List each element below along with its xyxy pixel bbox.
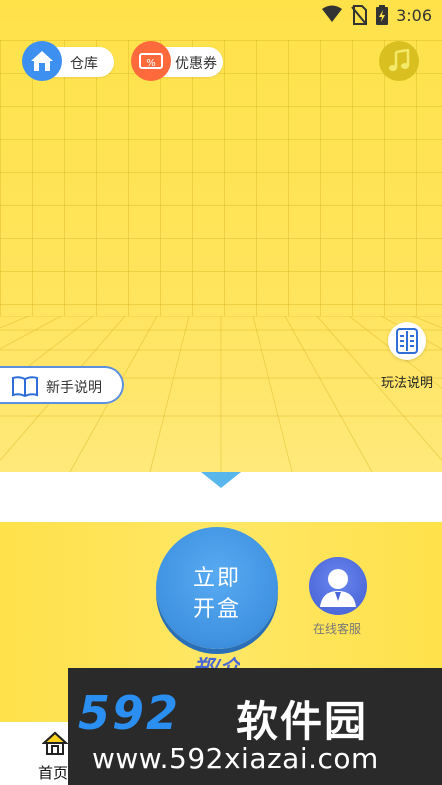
warehouse-label: 仓库 xyxy=(70,56,98,72)
coupon-button[interactable]: % 优惠券 xyxy=(131,41,223,81)
open-box-button[interactable]: 立即 开盒 xyxy=(156,527,278,649)
rules-label: 玩法说明 xyxy=(381,376,434,391)
open-book-icon xyxy=(12,376,38,397)
battery-charging-icon xyxy=(376,5,388,25)
watermark-url: www.592xiazai.com xyxy=(92,742,379,775)
music-note-icon xyxy=(389,49,410,71)
status-time: 3:06 xyxy=(396,6,432,25)
music-toggle-button[interactable] xyxy=(379,41,419,81)
grid-back-wall xyxy=(0,40,442,316)
agent-avatar-icon xyxy=(320,569,356,607)
coupon-label: 优惠券 xyxy=(175,56,217,72)
partial-caption: 郑/介 xyxy=(193,655,241,669)
watermark-logo-text: 软件园 xyxy=(236,697,369,746)
coupon-icon: % xyxy=(131,41,171,81)
wifi-icon xyxy=(322,5,342,22)
open-box-label-line1: 立即 xyxy=(192,566,241,591)
status-bar: 3:06 xyxy=(0,0,442,32)
guide-label: 新手说明 xyxy=(46,380,102,396)
down-arrow-indicator xyxy=(201,472,241,488)
open-box-label-line2: 开盒 xyxy=(192,597,241,622)
watermark-overlay: 592 软件园 www.592xiazai.com xyxy=(68,668,442,785)
home-tab-icon xyxy=(42,731,68,755)
nav-home-label: 首页 xyxy=(38,764,69,782)
svg-text:%: % xyxy=(146,58,156,69)
rules-book-icon xyxy=(388,322,426,360)
warehouse-button[interactable]: 仓库 xyxy=(22,41,114,81)
customer-service-button[interactable] xyxy=(309,557,367,615)
guide-button[interactable]: 新手说明 xyxy=(0,366,124,404)
home-icon xyxy=(22,41,62,81)
watermark-logo-number: 592 xyxy=(78,686,181,740)
customer-service-label: 在线客服 xyxy=(313,622,362,636)
no-sim-icon xyxy=(351,5,367,25)
